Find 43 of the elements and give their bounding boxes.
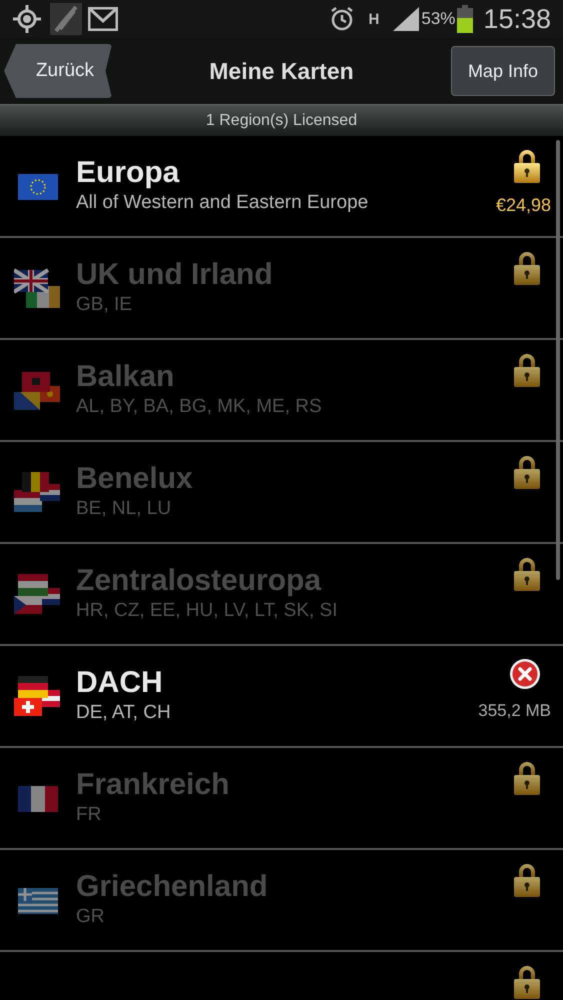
gps-icon [12,4,42,34]
clock: 15:38 [483,2,551,36]
signal-icon [393,7,420,31]
region-name: Frankreich [76,768,230,802]
region-name: Europa [76,156,180,190]
region-countries: DE, AT, CH [76,701,172,725]
padlock-icon [513,760,541,796]
padlock-icon [513,556,541,592]
region-name: Griechenland [76,870,269,904]
delete-icon[interactable] [509,658,541,690]
flag-icon [14,470,62,514]
region-countries: All of Western and Eastern Europe [76,191,370,215]
mail-icon [88,7,118,31]
region-name: Benelux [76,462,194,496]
region-countries: AL, BY, BA, BG, MK, ME, RS [76,395,323,419]
price: €24,98 [496,194,551,217]
alarm-clock-icon [328,6,355,32]
battery-percent: 53% [421,8,456,30]
flag-icon [14,674,62,718]
flag-icon [14,266,62,310]
padlock-icon [513,148,541,184]
padlock-icon [513,454,541,490]
region-countries: GR [76,905,106,929]
back-button[interactable]: Zurück [4,44,112,98]
region-name: Zentralosteuropa [76,564,322,598]
flag-icon [14,572,62,616]
network-type: H [368,12,380,26]
region-countries: BE, NL, LU [76,497,172,521]
file-size: 355,2 MB [478,700,551,722]
padlock-icon [513,250,541,286]
padlock-icon [513,862,541,898]
region-name: Balkan [76,360,176,394]
screen-title: Meine Karten [209,56,354,86]
battery-icon [457,5,474,33]
region-name: DACH [76,666,164,700]
padlock-icon [513,964,541,1000]
padlock-icon [513,352,541,388]
region-countries: FR [76,803,102,827]
license-banner: 1 Region(s) Licensed [0,104,563,136]
region-name: UK und Irland [76,258,274,292]
map-info-button[interactable]: Map Info [450,46,555,96]
region-countries: GB, IE [76,293,133,317]
region-countries: HR, CZ, EE, HU, LV, LT, SK, SI [76,599,339,623]
